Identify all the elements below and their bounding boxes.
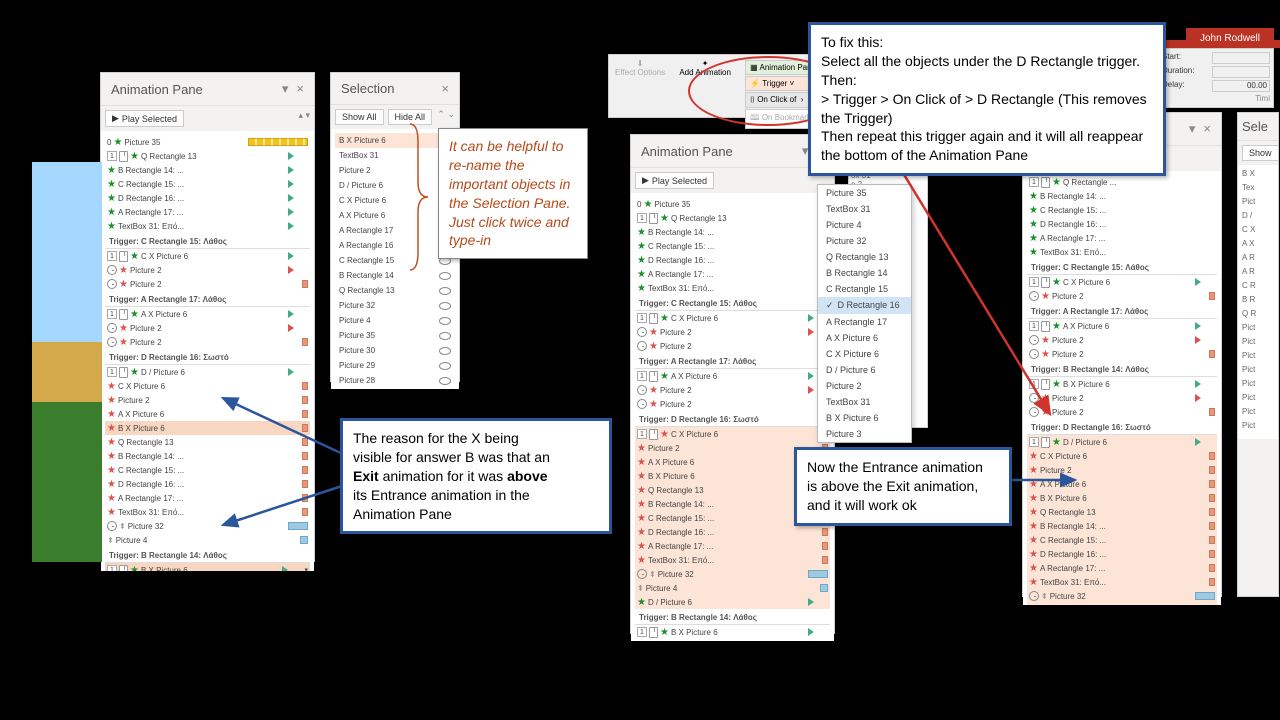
selection-item[interactable]: Picture 4 <box>335 313 455 328</box>
close-icon[interactable]: × <box>441 81 449 96</box>
selection-item[interactable]: D / Picture 6 <box>335 178 455 193</box>
selection-item[interactable]: Picture 32 <box>335 298 455 313</box>
selection-item[interactable]: Picture 30 <box>335 343 455 358</box>
selection-item[interactable]: Q Rectangle 13 <box>335 283 455 298</box>
visibility-icon[interactable] <box>439 377 451 385</box>
selection-item[interactable]: Picture 28 <box>335 373 455 388</box>
visibility-icon[interactable] <box>439 302 451 310</box>
visibility-icon[interactable] <box>439 317 451 325</box>
selection-item[interactable]: Picture 35 <box>335 328 455 343</box>
selection-pane-3: Sele Show B XTexPictD /C XA XA RA RC RB … <box>1237 112 1279 597</box>
animation-pane-2[interactable]: Animation Pane▾× ▶ Play Selected 0★Pictu… <box>630 134 835 634</box>
trigger-menu-item[interactable]: Picture 3 <box>818 426 911 442</box>
selection-item[interactable]: A X Picture 6 <box>335 208 455 223</box>
selection-item[interactable]: Picture 29 <box>335 358 455 373</box>
selection-item[interactable]: A Rectangle 16 <box>335 238 455 253</box>
close-icon[interactable]: × <box>296 81 304 97</box>
selection-item[interactable]: A Rectangle 17 <box>335 223 455 238</box>
visibility-icon[interactable] <box>439 287 451 295</box>
selection-item[interactable]: B Rectangle 14 <box>335 268 455 283</box>
reason-callout: The reason for the X being visible for a… <box>340 418 612 534</box>
selection-title: Selection × <box>331 73 459 105</box>
panel-title: Animation Pane ▾× <box>101 73 314 106</box>
selection-item[interactable]: Picture 2 <box>335 163 455 178</box>
play-selected-button[interactable]: ▶ Play Selected <box>105 110 184 127</box>
show-all-button[interactable]: Show All <box>335 109 384 125</box>
selection-item[interactable]: Picture 12 <box>335 388 455 389</box>
tip-callout: It can be helpful to re-name the importa… <box>438 128 588 259</box>
timing-ribbon[interactable]: Start: Duration: Delay:00.00 Timi <box>1158 48 1274 108</box>
fix-callout: To fix this: Select all the objects unde… <box>808 22 1166 176</box>
selection-item[interactable]: C Rectangle 15 <box>335 253 455 268</box>
selection-item[interactable]: TextBox 31 <box>335 148 455 163</box>
selection-item[interactable]: B X Picture 6 <box>335 133 455 148</box>
visibility-icon[interactable] <box>439 272 451 280</box>
selection-item[interactable]: C X Picture 6 <box>335 193 455 208</box>
pin-icon[interactable]: ▾ <box>282 81 289 97</box>
user-badge: John Rodwell <box>1186 28 1274 49</box>
visibility-icon[interactable] <box>439 347 451 355</box>
now-callout: Now the Entrance animation is above the … <box>794 447 1012 526</box>
visibility-icon[interactable] <box>439 362 451 370</box>
visibility-icon[interactable] <box>439 332 451 340</box>
